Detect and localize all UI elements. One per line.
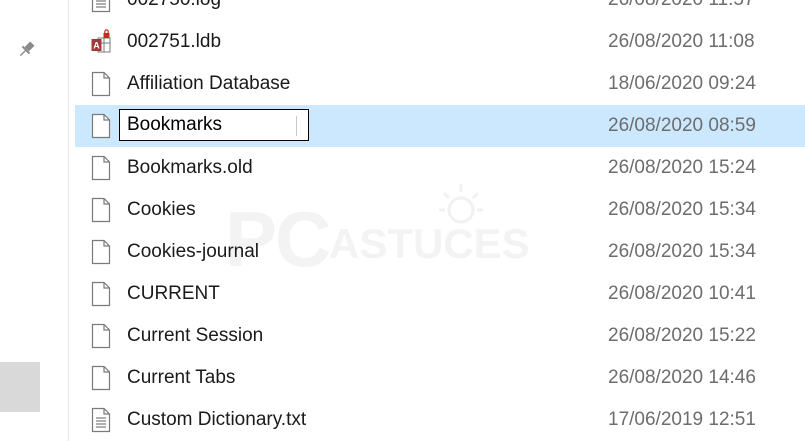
file-row-selected[interactable]: 26/08/2020 08:59 (75, 105, 805, 147)
file-row[interactable]: Cookies 26/08/2020 15:34 (75, 189, 805, 231)
file-name: Bookmarks.old (127, 157, 253, 178)
file-date: 26/08/2020 15:22 (608, 325, 756, 346)
file-list: 002750.log 26/08/2020 11:57 A 002751.ldb… (75, 0, 805, 441)
rename-field-box[interactable] (119, 109, 309, 141)
file-name: Cookies (127, 199, 196, 220)
file-name: Affiliation Database (127, 73, 291, 94)
pin-icon[interactable] (14, 38, 38, 62)
blank-file-icon (91, 323, 111, 349)
file-date: 26/08/2020 08:59 (608, 115, 756, 136)
file-row[interactable]: Custom Dictionary.txt 17/06/2019 12:51 (75, 399, 805, 441)
file-name: CURRENT (127, 283, 220, 304)
file-date: 26/08/2020 15:34 (608, 241, 756, 262)
blank-file-icon (91, 365, 111, 391)
blank-file-icon (91, 155, 111, 181)
navigation-selected-item[interactable] (0, 362, 40, 412)
blank-file-icon (91, 239, 111, 265)
blank-file-icon (91, 71, 111, 97)
file-row[interactable]: Cookies-journal 26/08/2020 15:34 (75, 231, 805, 273)
file-date: 26/08/2020 11:57 (608, 0, 755, 21)
file-row[interactable]: CURRENT 26/08/2020 10:41 (75, 273, 805, 315)
file-explorer-window: PC ASTUCES 002750.log 26/ (0, 0, 805, 441)
file-row[interactable]: Current Tabs 26/08/2020 14:46 (75, 357, 805, 399)
svg-text:A: A (93, 41, 100, 51)
file-name: 002750.log (127, 0, 221, 21)
file-name: 002751.ldb (127, 31, 222, 52)
pane-divider[interactable] (68, 0, 69, 441)
file-date: 17/06/2019 12:51 (608, 409, 756, 430)
file-row[interactable]: A 002751.ldb 26/08/2020 11:08 (75, 21, 805, 63)
file-name: Current Tabs (127, 367, 236, 388)
file-row[interactable]: 002750.log 26/08/2020 11:57 (75, 0, 805, 21)
file-row[interactable]: Current Session 26/08/2020 15:22 (75, 315, 805, 357)
file-name: Custom Dictionary.txt (127, 409, 307, 430)
file-date: 18/06/2020 09:24 (608, 73, 756, 94)
file-name: Cookies-journal (127, 241, 260, 262)
file-date: 26/08/2020 10:41 (608, 283, 756, 304)
blank-file-icon (91, 113, 111, 139)
file-date: 26/08/2020 15:24 (608, 157, 756, 178)
log-file-icon (91, 0, 111, 13)
file-date: 26/08/2020 11:08 (608, 31, 755, 52)
access-lock-file-icon: A (91, 29, 111, 53)
file-row[interactable]: Bookmarks.old 26/08/2020 15:24 (75, 147, 805, 189)
file-date: 26/08/2020 14:46 (608, 367, 756, 388)
blank-file-icon (91, 197, 111, 223)
file-date: 26/08/2020 15:34 (608, 199, 756, 220)
file-name: Current Session (127, 325, 264, 346)
text-file-icon (91, 407, 111, 433)
file-row[interactable]: Affiliation Database 18/06/2020 09:24 (75, 63, 805, 105)
navigation-pane (0, 0, 68, 441)
blank-file-icon (91, 281, 111, 307)
text-cursor (296, 116, 297, 136)
rename-input[interactable] (120, 110, 308, 140)
